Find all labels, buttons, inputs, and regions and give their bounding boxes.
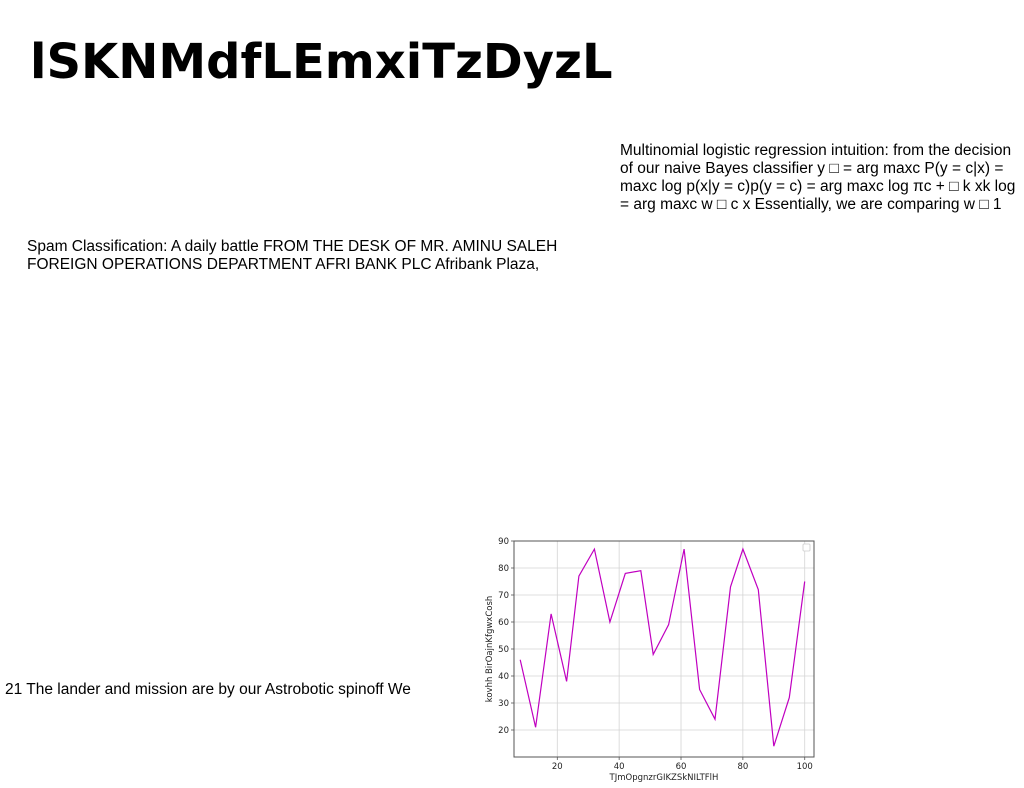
x-axis-label: TJmOpgnzrGIKZSkNILTFlH: [609, 773, 719, 783]
y-axis-label: kovhh BirOajnKfgwxCosh: [485, 596, 495, 703]
x-axis-ticks: 20 40 60 80 100: [552, 757, 813, 772]
y-tick-label: 80: [498, 564, 509, 574]
y-tick-label: 60: [498, 618, 509, 628]
series-line: [519, 547, 806, 747]
lander-mission-text: 21 The lander and mission are by our Ast…: [5, 681, 411, 698]
slide-title: lSKNMdfLEmxiTzDyzL: [30, 34, 613, 90]
y-tick-label: 50: [498, 645, 509, 655]
y-tick-label: 30: [498, 699, 509, 709]
multinomial-regression-text: Multinomial logistic regression intuitio…: [620, 142, 1016, 213]
y-tick-label: 40: [498, 672, 509, 682]
x-tick-label: 60: [676, 762, 687, 772]
y-tick-label: 20: [498, 726, 509, 736]
line-chart: 20 30 40 50 60 70 80 90 20 40 60 80 100 TJmOpgnzrGI…: [478, 532, 824, 788]
chart-series: [519, 547, 806, 747]
x-tick-label: 80: [737, 762, 748, 772]
y-axis-ticks: 20 30 40 50 60 70 80 90: [498, 537, 514, 736]
spam-classification-text: Spam Classification: A daily battle FROM…: [27, 238, 558, 273]
line-chart-svg: 20 30 40 50 60 70 80 90 20 40 60 80 100 TJmOpgnzrGI…: [485, 537, 815, 783]
legend-box: [802, 543, 811, 552]
x-tick-label: 40: [614, 762, 625, 772]
x-tick-label: 100: [797, 762, 813, 772]
y-tick-label: 90: [498, 537, 509, 547]
y-tick-label: 70: [498, 591, 509, 601]
x-tick-label: 20: [552, 762, 563, 772]
